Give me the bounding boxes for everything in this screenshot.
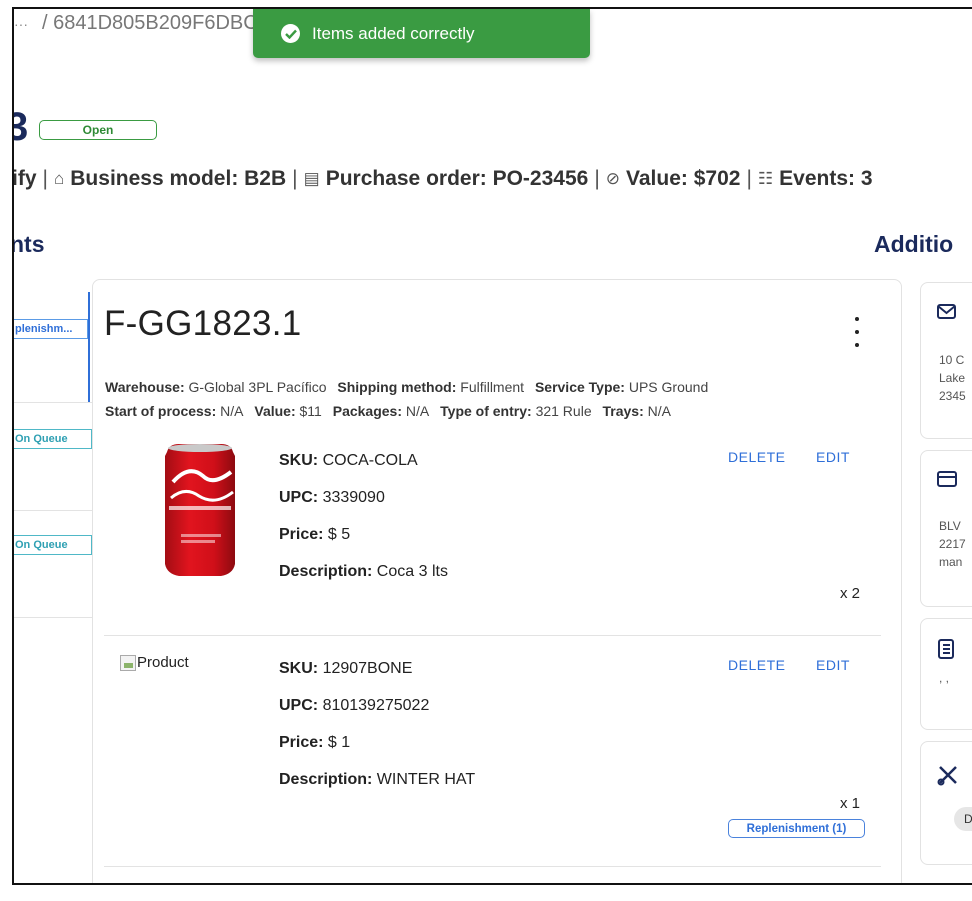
upc-value: 3339090 [322,489,385,506]
screenshot-frame: ···/ 6841D805B209F6DBC 3 Open ify|⌂Busin… [12,7,972,885]
breadcrumb: ··· / 6841D805B209F6DBC [14,12,258,35]
trays-value: N/A [647,403,671,419]
credit-card-icon [937,471,957,487]
notebook-icon [938,639,954,659]
description-field: Description: WINTER HAT [279,771,476,788]
packages-value: N/A [405,403,430,419]
divider [14,510,92,511]
building-icon: ⌂ [53,169,65,188]
edit-button[interactable]: EDIT [816,449,850,465]
additional-section-title: Additio [874,231,954,257]
shipment-tag-replenishment[interactable]: plenishm... [14,319,88,339]
start-of-process-value: N/A [220,403,244,419]
broken-image-icon [120,654,136,671]
sku-value: 12907BONE [322,660,413,677]
upc-field: UPC: 810139275022 [279,697,430,714]
price-value: $ 1 [327,734,351,751]
upc-value: 810139275022 [322,697,430,714]
price-field: Price: $ 1 [279,734,351,751]
fulfillment-card: F-GG1823.1 Warehouse: G-Global 3PL Pacíf… [92,279,902,883]
sku-value: COCA-COLA [322,452,418,469]
breadcrumb-order-id[interactable]: / 6841D805B209F6DBC [42,12,258,34]
address-line-3: 2345 [939,389,966,403]
tag-pill[interactable]: D [954,807,972,831]
payment-line-3: man [939,555,963,569]
description-value: Coca 3 lts [376,563,448,580]
order-title-fragment: 3 [14,105,28,150]
value-tag-icon: ⊘ [605,169,621,188]
toast-message: Items added correctly [312,23,475,43]
fulfillment-info-row-2: Start of process: N/A Value: $11 Package… [105,403,671,419]
success-toast: Items added correctly [253,9,590,58]
notes-text: , , [939,671,950,685]
fulfillment-value: $11 [299,403,322,419]
order-meta-line: ify | ⌂ Business model: B2B | ▤ Purchase order… [12,167,873,190]
fulfillment-info-row-1: Warehouse: G-Global 3PL Pacífico Shippin… [105,379,709,395]
service-type-value: UPS Ground [628,379,709,395]
description-field: Description: Coca 3 lts [279,563,448,580]
more-options-icon[interactable] [848,317,866,347]
shipment-tag-queue[interactable]: On Queue [14,429,92,449]
shipment-list: plenishm... On Queue On Queue [14,292,92,883]
address-line-1: 10 C [939,353,965,367]
shipments-section-title: nts [12,231,45,257]
breadcrumb-more-icon[interactable]: ··· [14,16,28,32]
upc-field: UPC: 3339090 [279,489,385,506]
payment-line-1: BLV [939,519,961,533]
replenishment-badge: Replenishment (1) [728,819,865,838]
divider [14,402,92,403]
mail-check-icon [937,304,956,319]
payment-line-2: 2217 [939,537,966,551]
store-name: ify [12,167,37,190]
shipping-method-value: Fulfillment [460,379,525,395]
type-of-entry-value: 321 Rule [535,403,592,419]
warehouse-value: G-Global 3PL Pacífico [188,379,327,395]
price-field: Price: $ 5 [279,526,351,543]
address-line-2: Lake [939,371,966,385]
check-circle-icon [281,24,300,43]
shipment-tag-queue[interactable]: On Queue [14,535,92,555]
tags-card: D [920,741,972,865]
status-badge: Open [39,120,157,140]
price-value: $ 5 [327,526,351,543]
coca-cola-can-image [165,444,235,576]
active-indicator [88,292,90,402]
events-list-icon: ☷ [757,169,774,188]
delete-button[interactable]: DELETE [728,657,785,673]
list-item: Product SKU: 12907BONE UPC: 810139275022… [104,636,881,867]
tools-icon [937,766,957,786]
quantity: x 2 [840,585,861,602]
notes-card: , , [920,618,972,730]
divider [14,617,92,618]
payment-card: BLV 2217 man [920,450,972,607]
product-image: Product [120,654,189,671]
fulfillment-title: F-GG1823.1 [104,304,302,343]
order-value: Value: $702 [626,167,741,190]
address-card: 10 C Lake 2345 [920,282,972,439]
description-value: WINTER HAT [376,771,476,788]
sku-field: SKU: 12907BONE [279,660,413,677]
edit-button[interactable]: EDIT [816,657,850,673]
business-model: Business model: B2B [70,167,287,190]
divider [104,866,881,867]
list-item: SKU: COCA-COLA UPC: 3339090 Price: $ 5 D… [104,430,881,636]
quantity: x 1 [840,795,861,812]
purchase-order: Purchase order: PO-23456 [325,167,589,190]
document-icon: ▤ [303,169,320,188]
events-count: Events: 3 [779,167,873,190]
delete-button[interactable]: DELETE [728,449,785,465]
sku-field: SKU: COCA-COLA [279,452,418,469]
